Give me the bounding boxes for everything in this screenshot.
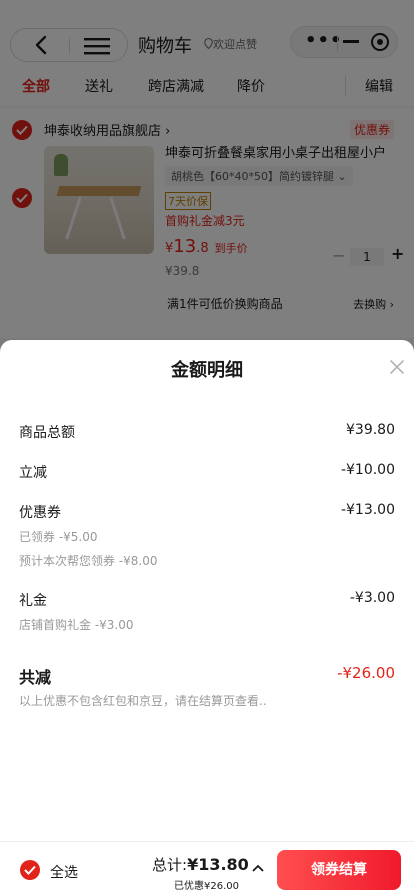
- amount-detail-sheet: 金额明细 商品总额 ¥39.80 立减 -¥10.00 优惠券 -¥13.00 …: [0, 340, 414, 896]
- row-subtext: 已领券 -¥5.00: [19, 530, 98, 544]
- row-label: 礼金: [19, 593, 47, 609]
- row-value: -¥13.00: [340, 502, 395, 518]
- cart-page: 购物车 欢迎点赞 ••• 全部 送礼 跨店满减 降价 编辑 坤泰收纳用品旗舰店 …: [0, 0, 414, 896]
- total-sum: 总计:¥13.80: [152, 854, 249, 875]
- chevron-up-icon[interactable]: [252, 864, 264, 872]
- row-subtext: 预计本次帮您领券 -¥8.00: [19, 554, 158, 568]
- total-discount-value: -¥26.00: [337, 664, 395, 682]
- select-all-label[interactable]: 全选: [50, 862, 78, 882]
- row-value: -¥3.00: [349, 590, 395, 606]
- total-amount: ¥13.80: [187, 855, 249, 874]
- total-discount-label: 共减: [19, 668, 52, 687]
- row-subtext: 店铺首购礼金 -¥3.00: [19, 618, 134, 632]
- checkout-button[interactable]: 领券结算: [277, 850, 401, 890]
- discount-note: 以上优惠不包含红包和京豆，请在结算页查看..: [19, 694, 267, 708]
- row-label: 立减: [19, 465, 47, 481]
- select-all-checkbox[interactable]: [20, 860, 40, 880]
- row-label: 优惠券: [19, 505, 61, 521]
- sheet-title: 金额明细: [171, 360, 243, 381]
- total-prefix: 总计:: [152, 856, 188, 874]
- row-label: 商品总额: [19, 425, 75, 441]
- saved-amount: 已优惠¥26.00: [174, 881, 239, 892]
- checkout-bar: 全选 总计:¥13.80 已优惠¥26.00 领券结算: [0, 841, 414, 896]
- check-icon: [24, 865, 36, 875]
- row-value: ¥39.80: [346, 422, 395, 438]
- close-icon[interactable]: [388, 358, 406, 376]
- row-value: -¥10.00: [340, 462, 395, 478]
